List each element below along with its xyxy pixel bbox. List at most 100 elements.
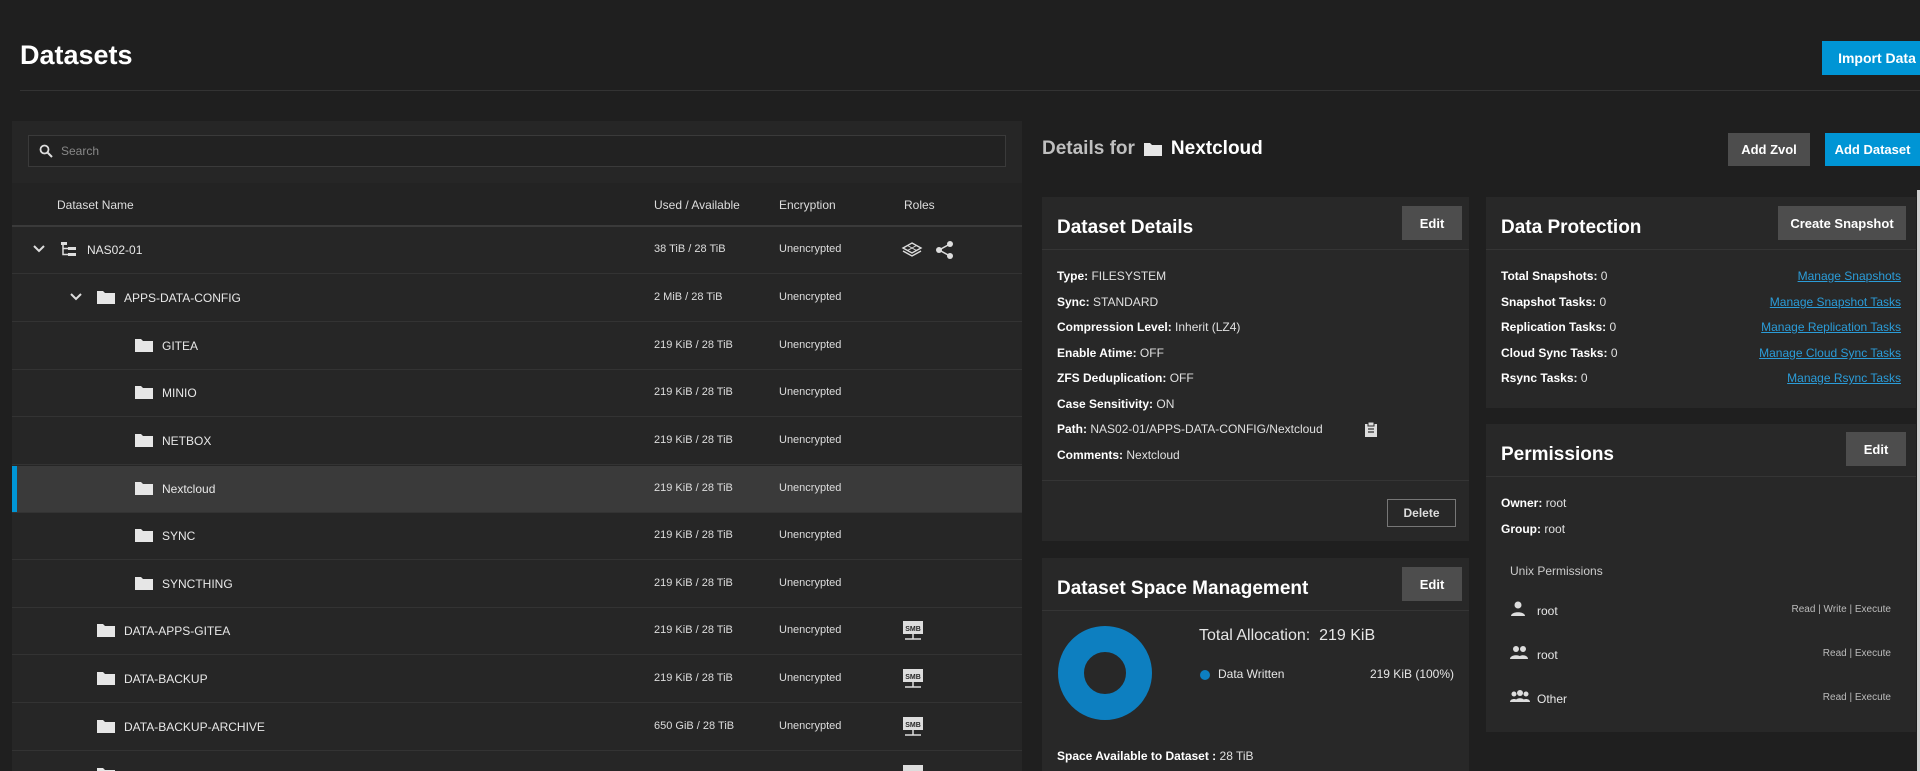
divider — [1042, 610, 1469, 611]
dataset-name: DATA-BACKUP — [124, 672, 208, 686]
edit-space-button[interactable]: Edit — [1402, 567, 1462, 601]
user-icon — [1511, 601, 1525, 616]
snapshot-tasks-field: Snapshot Tasks: 0 — [1501, 295, 1607, 309]
rsync-tasks-field: Rsync Tasks: 0 — [1501, 371, 1588, 385]
donut-slice-data-written — [1058, 626, 1152, 720]
smb-share-icon: SMB — [903, 669, 923, 688]
case-field: Case Sensitivity: ON — [1057, 397, 1175, 411]
atime-field: Enable Atime: OFF — [1057, 346, 1164, 360]
folder-icon — [135, 577, 153, 590]
table-row[interactable]: DATA-APPS-GITEA 219 KiB / 28 TiB Unencry… — [12, 608, 1022, 655]
legend-dot — [1200, 670, 1210, 680]
permissions-card: Permissions Edit Owner: root Group: root… — [1486, 424, 1916, 732]
table-row-selected[interactable]: Nextcloud 219 KiB / 28 TiB Unencrypted — [12, 466, 1022, 513]
card-title: Data Protection — [1501, 217, 1642, 238]
table-row[interactable]: GITEA 219 KiB / 28 TiB Unencrypted — [12, 323, 1022, 370]
card-title: Dataset Details — [1057, 217, 1194, 238]
table-row[interactable]: SYNC 219 KiB / 28 TiB Unencrypted — [12, 513, 1022, 560]
compression-field: Compression Level: Inherit (LZ4) — [1057, 320, 1241, 334]
create-snapshot-button[interactable]: Create Snapshot — [1778, 206, 1906, 240]
svg-text:SMB: SMB — [905, 626, 921, 633]
dataset-name: NETBOX — [162, 434, 212, 448]
table-row[interactable]: NAS02-01 38 TiB / 28 TiB Unencrypted — [12, 227, 1022, 274]
divider — [1486, 476, 1916, 477]
card-title: Permissions — [1501, 444, 1614, 465]
dataset-used: 219 KiB / 28 TiB — [654, 529, 733, 541]
dataset-encryption: Unencrypted — [779, 529, 842, 541]
dataset-encryption: Unencrypted — [779, 434, 842, 446]
search-input[interactable] — [61, 144, 961, 158]
space-donut-chart — [1058, 626, 1152, 720]
edit-permissions-button[interactable]: Edit — [1846, 432, 1906, 466]
owner-field: Owner: root — [1501, 496, 1567, 510]
dataset-encryption: Unencrypted — [779, 624, 842, 636]
dataset-used: 219 KiB / 28 TiB — [654, 672, 733, 684]
column-header-used[interactable]: Used / Available — [654, 198, 740, 212]
dataset-name: DATA-BACKUP-ARCHIVE — [124, 720, 265, 734]
clipboard-icon[interactable] — [1364, 422, 1378, 438]
edit-details-button[interactable]: Edit — [1402, 206, 1462, 240]
chevron-down-icon[interactable] — [69, 290, 83, 304]
dataset-encryption: Unencrypted — [779, 243, 842, 255]
dedup-field: ZFS Deduplication: OFF — [1057, 371, 1194, 385]
space-available-field: Space Available to Dataset : 28 TiB — [1057, 749, 1254, 763]
dataset-name: Nextcloud — [162, 482, 216, 496]
dataset-encryption: Unencrypted — [779, 339, 842, 351]
add-zvol-button[interactable]: Add Zvol — [1728, 133, 1810, 166]
dataset-used: 650 GiB / 28 TiB — [654, 720, 735, 732]
manage-cloud-sync-tasks-link[interactable]: Manage Cloud Sync Tasks — [1759, 346, 1901, 360]
replication-tasks-field: Replication Tasks: 0 — [1501, 320, 1617, 334]
others-icon — [1510, 690, 1530, 702]
import-data-button[interactable]: Import Data — [1822, 41, 1920, 75]
dataset-used: 219 KiB / 28 TiB — [654, 386, 733, 398]
table-row[interactable]: NETBOX 219 KiB / 28 TiB Unencrypted — [12, 418, 1022, 465]
table-row[interactable]: MINIO 219 KiB / 28 TiB Unencrypted — [12, 370, 1022, 417]
divider — [1486, 249, 1916, 250]
delete-button[interactable]: Delete — [1387, 499, 1456, 527]
dataset-used: 219 KiB / 28 TiB — [654, 434, 733, 446]
table-row[interactable] — [12, 752, 1022, 771]
manage-snapshots-link[interactable]: Manage Snapshots — [1798, 269, 1901, 283]
add-dataset-button[interactable]: Add Dataset — [1825, 133, 1920, 166]
sync-field: Sync: STANDARD — [1057, 295, 1159, 309]
dataset-name: DATA-APPS-GITEA — [124, 624, 231, 638]
folder-icon — [97, 624, 115, 637]
group-icon — [1510, 646, 1528, 659]
folder-icon — [1143, 143, 1162, 156]
dataset-tree-panel: Dataset Name Used / Available Encryption… — [12, 121, 1022, 771]
column-header-name[interactable]: Dataset Name — [57, 198, 134, 212]
table-row[interactable]: SYNCTHING 219 KiB / 28 TiB Unencrypted — [12, 561, 1022, 608]
folder-icon — [135, 386, 153, 399]
column-header-roles[interactable]: Roles — [904, 198, 935, 212]
manage-replication-tasks-link[interactable]: Manage Replication Tasks — [1761, 320, 1901, 334]
folder-icon — [135, 482, 153, 495]
type-field: Type: FILESYSTEM — [1057, 269, 1167, 283]
smb-share-icon — [903, 765, 923, 771]
manage-rsync-tasks-link[interactable]: Manage Rsync Tasks — [1787, 371, 1901, 385]
dataset-details-card: Dataset Details Edit Type: FILESYSTEM Sy… — [1042, 197, 1469, 541]
table-row[interactable]: APPS-DATA-CONFIG 2 MiB / 28 TiB Unencryp… — [12, 275, 1022, 322]
search-icon — [39, 144, 53, 158]
dataset-encryption: Unencrypted — [779, 386, 842, 398]
cloud-sync-tasks-field: Cloud Sync Tasks: 0 — [1501, 346, 1618, 360]
dataset-encryption: Unencrypted — [779, 672, 842, 684]
dataset-encryption: Unencrypted — [779, 482, 842, 494]
dataset-encryption: Unencrypted — [779, 720, 842, 732]
share-icon — [936, 241, 953, 259]
manage-snapshot-tasks-link[interactable]: Manage Snapshot Tasks — [1770, 295, 1901, 309]
card-title: Dataset Space Management — [1057, 578, 1309, 599]
folder-icon — [135, 434, 153, 447]
legend-value: 219 KiB (100%) — [1369, 667, 1454, 681]
chevron-down-icon[interactable] — [32, 242, 46, 256]
folder-icon — [97, 672, 115, 685]
page-title: Datasets — [20, 40, 133, 70]
table-row[interactable]: DATA-BACKUP 219 KiB / 28 TiB Unencrypted… — [12, 656, 1022, 703]
legend-label: Data Written — [1218, 667, 1285, 681]
unix-permissions-label: Unix Permissions — [1510, 564, 1603, 578]
column-header-encryption[interactable]: Encryption — [779, 198, 836, 212]
table-row[interactable]: DATA-BACKUP-ARCHIVE 650 GiB / 28 TiB Une… — [12, 704, 1022, 751]
total-snapshots-field: Total Snapshots: 0 — [1501, 269, 1608, 283]
details-dataset-name: Nextcloud — [1170, 138, 1263, 159]
svg-text:SMB: SMB — [905, 674, 921, 681]
permission-row: root Read | Write | Execute — [1501, 596, 1901, 626]
